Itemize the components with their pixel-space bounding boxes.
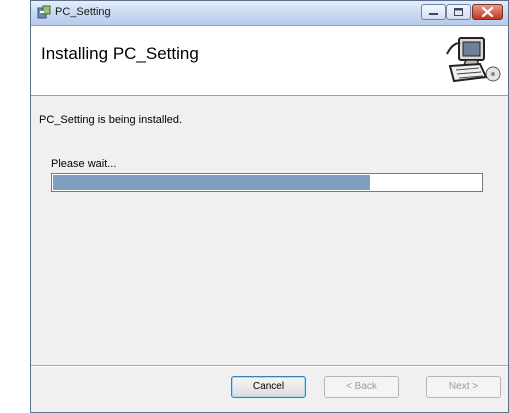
progress-bar: [51, 173, 483, 192]
minimize-button[interactable]: [421, 4, 446, 20]
footer-divider: [31, 365, 508, 367]
title-bar[interactable]: PC_Setting: [31, 1, 508, 26]
minimize-icon: [429, 13, 438, 15]
computer-setup-icon: [446, 37, 501, 83]
installer-window: PC_Setting Installing PC_Setting PC_Sett…: [30, 0, 509, 413]
install-status-text: PC_Setting is being installed.: [39, 114, 183, 126]
please-wait-label: Please wait...: [51, 158, 117, 170]
header-banner: Installing PC_Setting: [31, 26, 508, 96]
close-icon: [481, 6, 494, 18]
close-button[interactable]: [472, 4, 503, 20]
maximize-button[interactable]: [446, 4, 471, 20]
next-button[interactable]: Next >: [426, 376, 501, 398]
window-title: PC_Setting: [55, 6, 111, 18]
cancel-button[interactable]: Cancel: [231, 376, 306, 398]
progress-fill: [53, 175, 370, 190]
maximize-icon: [454, 8, 463, 16]
back-button[interactable]: < Back: [324, 376, 399, 398]
page-title: Installing PC_Setting: [41, 44, 199, 63]
installer-icon: [37, 5, 51, 19]
